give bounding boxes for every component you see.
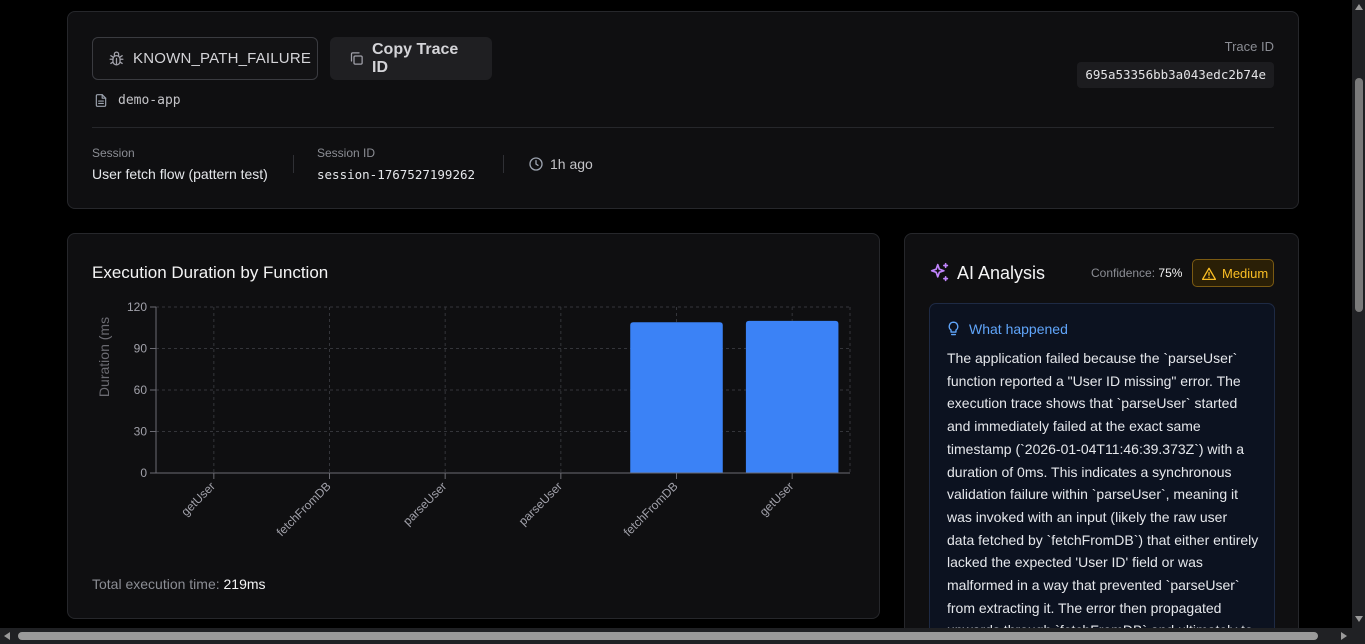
total-execution-row: Total execution time: 219ms: [92, 576, 266, 592]
scroll-left-arrow-icon[interactable]: [4, 632, 10, 640]
trace-id-label: Trace ID: [1224, 39, 1274, 54]
header-divider: [92, 127, 1274, 128]
warning-icon: [1202, 267, 1216, 280]
confidence-value: 75%: [1158, 266, 1183, 280]
bar: [630, 322, 723, 473]
what-happened-line: from extracting it. The error then propa…: [947, 599, 1222, 616]
trace-header-card: KNOWN_PATH_FAILURE Copy Trace ID demo-ap…: [67, 11, 1299, 209]
bar: [745, 320, 839, 473]
meta-separator: [293, 155, 294, 173]
y-tick-label: 90: [134, 342, 148, 356]
file-icon: [94, 93, 108, 108]
duration-chart: 0 30 60 90 120 getUser fetchFromDB parseUser par…: [96, 300, 851, 539]
copy-trace-id-label: Copy Trace ID: [372, 40, 459, 76]
ai-analysis-card: AI Analysis Confidence: 75% Medium What …: [904, 233, 1299, 628]
scroll-down-arrow-icon[interactable]: [1355, 616, 1363, 622]
copy-icon: [349, 51, 364, 66]
y-tick-label: 0: [140, 466, 147, 480]
page-viewport: KNOWN_PATH_FAILURE Copy Trace ID demo-ap…: [0, 0, 1352, 628]
horizontal-scrollbar[interactable]: [0, 628, 1365, 644]
lightbulb-icon: [947, 321, 960, 337]
what-happened-line: duration of 0ms. This indicates a synchr…: [947, 463, 1232, 480]
time-ago: 1h ago: [550, 156, 593, 172]
ai-analysis-title: AI Analysis: [957, 263, 1046, 283]
time-ago-row: 1h ago: [528, 156, 593, 172]
scroll-up-arrow-icon[interactable]: [1355, 4, 1363, 10]
what-happened-line: The application failed because the `pars…: [947, 350, 1238, 366]
x-tick-label: getUser: [178, 479, 218, 519]
error-type-button[interactable]: KNOWN_PATH_FAILURE: [92, 37, 318, 80]
severity-label: Medium: [1222, 265, 1269, 281]
what-happened-line: data fetched by `fetchFromDB`) that eith…: [947, 531, 1259, 548]
severity-badge: Medium: [1192, 259, 1274, 287]
copy-trace-id-button[interactable]: Copy Trace ID: [330, 37, 492, 80]
x-tick-label: fetchFromDB: [274, 479, 334, 539]
scroll-right-arrow-icon[interactable]: [1341, 632, 1347, 640]
bug-icon: [108, 50, 125, 67]
total-execution-label: Total execution time:: [92, 576, 220, 592]
x-tick-label: parseUser: [400, 479, 449, 528]
what-happened-line: was invoked with an input (likely the ra…: [947, 508, 1228, 525]
x-tick-label: parseUser: [516, 479, 565, 528]
clock-icon: [528, 156, 544, 172]
x-tick-label: getUser: [757, 479, 797, 519]
sparkles-icon: [929, 262, 950, 288]
session-id-label: Session ID: [317, 146, 376, 160]
horizontal-scrollbar-thumb[interactable]: [18, 632, 1318, 640]
y-tick-label: 30: [134, 425, 148, 439]
y-tick-label: 60: [134, 383, 148, 397]
what-happened-panel: What happened The application failed bec…: [929, 303, 1275, 628]
y-axis-label: Duration (ms: [96, 317, 112, 397]
y-tick-label: 120: [127, 300, 147, 314]
total-execution-value: 219ms: [223, 576, 266, 592]
what-happened-text: The application failed because the `pars…: [947, 347, 1258, 628]
what-happened-line: upwards through `fetchFromDB` and ultima…: [947, 619, 1258, 628]
vertical-scrollbar[interactable]: [1352, 0, 1365, 628]
session-label: Session: [92, 146, 135, 160]
chart-card: Execution Duration by Function 0 30 60 90 12…: [67, 233, 880, 619]
what-happened-line: malformed in a way that prevented `parse…: [947, 577, 1240, 594]
what-happened-line: timestamp (`2026-01-04T11:46:39.373Z`) w…: [947, 440, 1244, 457]
trace-id-value[interactable]: 695a53356bb3a043edc2b74e: [1077, 62, 1274, 88]
meta-separator: [503, 155, 504, 173]
what-happened-header: What happened: [947, 321, 1068, 337]
app-name-row: demo-app: [94, 93, 181, 108]
what-happened-line: and immediately failed at the exact same: [947, 418, 1201, 435]
app-name: demo-app: [118, 93, 181, 108]
error-type-label: KNOWN_PATH_FAILURE: [133, 50, 312, 67]
vertical-scrollbar-thumb[interactable]: [1355, 78, 1363, 312]
what-happened-line: execution trace shows that `parseUser` s…: [947, 395, 1238, 412]
what-happened-line: lacked the expected 'User ID' field or w…: [947, 554, 1203, 571]
what-happened-line: function reported a "User ID missing" er…: [947, 372, 1241, 389]
x-tick-label: fetchFromDB: [621, 479, 681, 539]
session-name: User fetch flow (pattern test): [92, 166, 268, 182]
confidence-row: Confidence: 75%: [1091, 266, 1182, 280]
what-happened-label: What happened: [969, 321, 1068, 337]
session-id-value: session-1767527199262: [317, 167, 476, 182]
what-happened-line: validation failure within `parseUser`, m…: [947, 486, 1239, 503]
confidence-label: Confidence:: [1091, 266, 1156, 280]
